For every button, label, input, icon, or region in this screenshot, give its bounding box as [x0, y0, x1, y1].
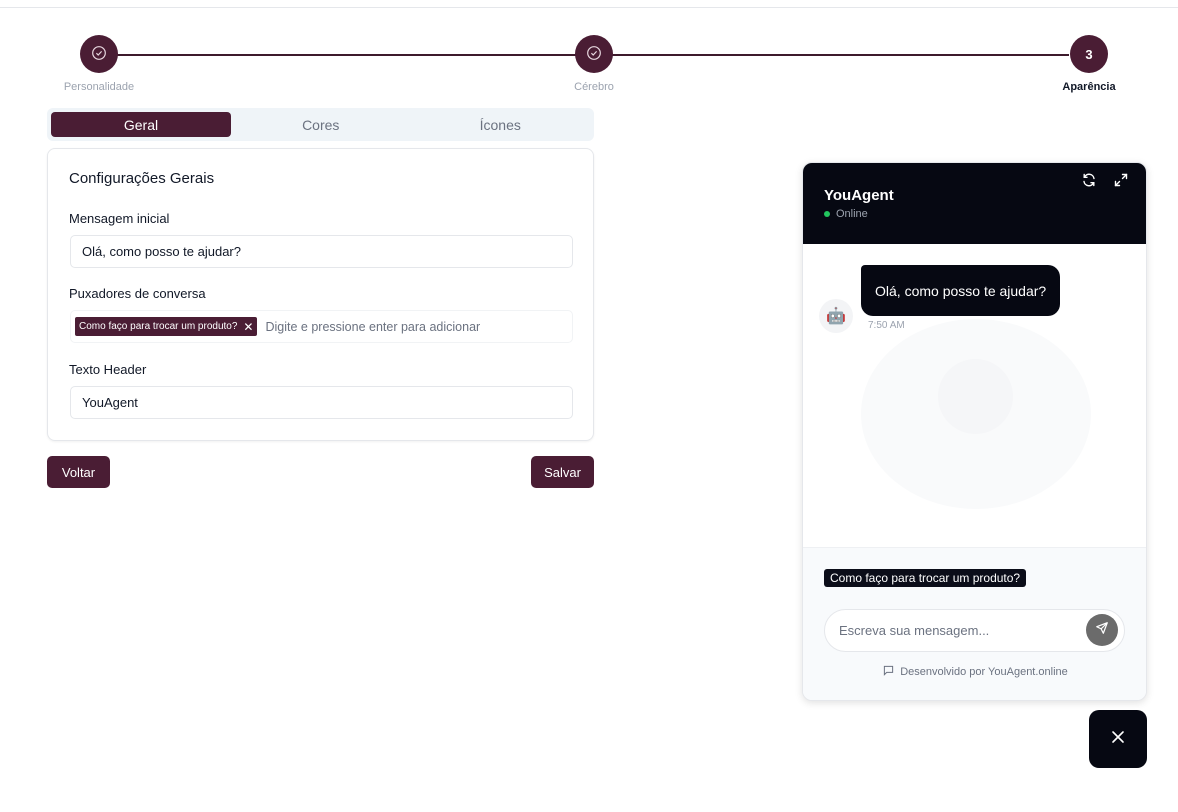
message-input[interactable]: [839, 610, 1079, 651]
send-button[interactable]: [1086, 614, 1118, 646]
header-text-input[interactable]: [70, 386, 573, 419]
tab-cores[interactable]: Cores: [231, 112, 411, 137]
step-connector-2: [612, 54, 1069, 56]
chat-footer: Como faço para trocar um produto? Desenv…: [803, 547, 1146, 700]
starter-tag: Como faço para trocar um produto? ✕: [75, 317, 258, 336]
card-title: Configurações Gerais: [69, 170, 215, 187]
chat-status-text: Online: [836, 208, 868, 220]
online-dot-icon: [824, 211, 830, 217]
powered-by-text[interactable]: Desenvolvido por YouAgent.online: [900, 666, 1068, 678]
close-icon: [1110, 729, 1126, 750]
step-number: 3: [1085, 46, 1093, 62]
suggestion-chip[interactable]: Como faço para trocar um produto?: [824, 569, 1027, 587]
settings-tabs: Geral Cores Ícones: [47, 108, 594, 141]
header-text-label: Texto Header: [69, 362, 147, 377]
send-icon: [1095, 621, 1109, 640]
remove-tag-icon[interactable]: ✕: [243, 320, 253, 334]
general-settings-card: Configurações Gerais Mensagem inicial Pu…: [47, 148, 594, 441]
step-cerebro[interactable]: [575, 35, 613, 73]
close-chat-button[interactable]: [1089, 710, 1147, 768]
message-input-container: [824, 609, 1125, 652]
initial-message-label: Mensagem inicial: [69, 211, 170, 226]
conversation-starters-input[interactable]: Como faço para trocar um produto? ✕ Digi…: [70, 310, 573, 343]
bot-message-bubble: Olá, como posso te ajudar?: [861, 265, 1061, 316]
message-square-icon: [883, 665, 894, 679]
step-aparencia[interactable]: 3: [1070, 35, 1108, 73]
tab-icones[interactable]: Ícones: [411, 112, 591, 137]
step-label-personalidade: Personalidade: [63, 81, 135, 93]
chat-header: YouAgent Online: [803, 163, 1146, 244]
expand-icon[interactable]: [1113, 172, 1129, 188]
chat-messages: 🤖 Olá, como posso te ajudar? 7:50 AM: [803, 244, 1146, 547]
refresh-icon[interactable]: [1081, 172, 1097, 188]
back-button[interactable]: Voltar: [47, 456, 110, 488]
starters-placeholder: Digite e pressione enter para adicionar: [265, 319, 481, 334]
stepper: Personalidade Cérebro 3 Aparência: [0, 0, 1178, 100]
step-label-aparencia: Aparência: [1062, 81, 1116, 93]
tab-geral[interactable]: Geral: [51, 112, 231, 137]
bot-avatar: 🤖: [819, 299, 853, 333]
check-circle-icon: [91, 45, 107, 64]
initial-message-input[interactable]: [70, 235, 573, 268]
chat-preview-widget: YouAgent Online 🤖 Olá, como posso te aju…: [802, 162, 1147, 701]
save-button[interactable]: Salvar: [531, 456, 594, 488]
message-time: 7:50 AM: [868, 320, 905, 331]
step-connector-1: [117, 54, 576, 56]
step-label-cerebro: Cérebro: [574, 81, 614, 93]
starter-tag-label: Como faço para trocar um produto?: [79, 321, 238, 332]
check-circle-icon: [586, 45, 602, 64]
background-decoration-inner: [938, 359, 1013, 434]
step-personalidade[interactable]: [80, 35, 118, 73]
chat-title: YouAgent: [824, 187, 894, 204]
conversation-starters-label: Puxadores de conversa: [69, 286, 206, 301]
chat-status: Online: [824, 208, 868, 220]
powered-by: Desenvolvido por YouAgent.online: [803, 665, 1146, 679]
